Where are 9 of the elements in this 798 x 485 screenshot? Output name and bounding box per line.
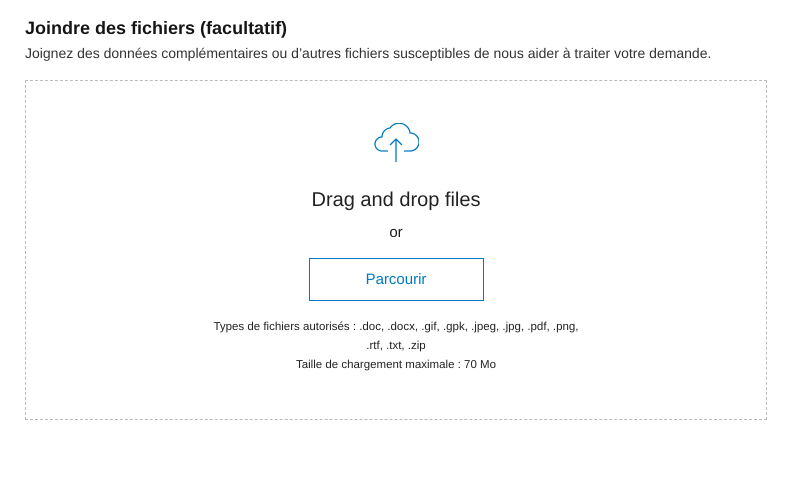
section-description: Joignez des données complémentaires ou d’autres fichiers susceptibles de nous aider à traiter votre demande. (25, 44, 712, 63)
allowed-types-text: Types de fichiers autorisés : .doc, .docx, .gif, .gpk, .jpeg, .jpg, .pdf, .png, .rtf, .txt, .zip (212, 320, 580, 354)
drop-prompt: Drag and drop files (312, 189, 480, 212)
cloud-upload-icon (373, 123, 419, 163)
drop-zone[interactable]: Drag and drop files or Parcourir Types de fichiers autorisés : .doc, .docx, .gif, .gpk, .jpeg, .jpg, .pdf, .png, .rtf, .txt, .zip Taille de chargement maximale : 70 Mo (25, 80, 767, 420)
browse-button[interactable]: Parcourir (308, 258, 484, 301)
max-size-text: Taille de chargement maximale : 70 Mo (296, 358, 496, 373)
section-title: Joindre des fichiers (facultatif) (25, 17, 288, 40)
separator-text: or (389, 224, 403, 241)
